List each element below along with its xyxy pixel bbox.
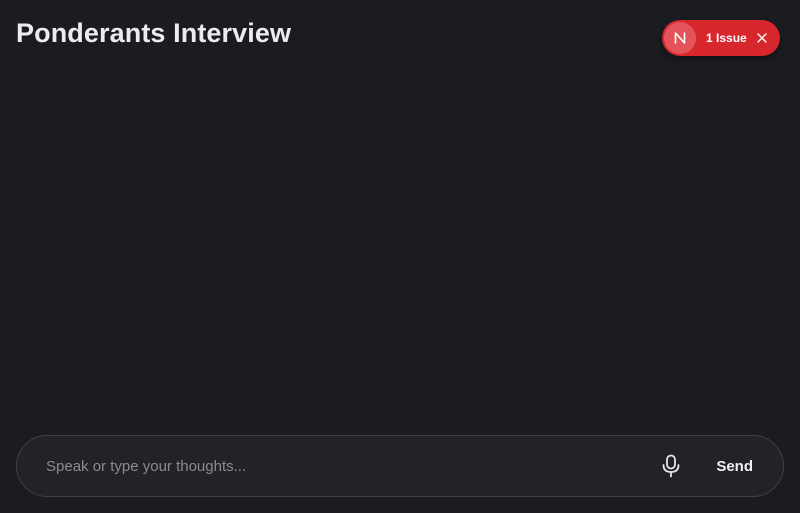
close-icon[interactable] bbox=[756, 32, 768, 44]
page-title: Ponderants Interview bbox=[16, 18, 292, 48]
message-composer: Send bbox=[16, 435, 784, 497]
issues-indicator[interactable]: 1 Issue bbox=[662, 20, 780, 56]
issues-count-label[interactable]: 1 Issue bbox=[706, 31, 747, 45]
thoughts-input[interactable] bbox=[46, 446, 657, 486]
n-letter-icon[interactable] bbox=[664, 22, 696, 54]
send-button[interactable]: Send bbox=[708, 458, 761, 475]
microphone-icon[interactable] bbox=[656, 451, 686, 481]
interview-page: Ponderants Interview 1 Issue Send bbox=[0, 0, 800, 513]
